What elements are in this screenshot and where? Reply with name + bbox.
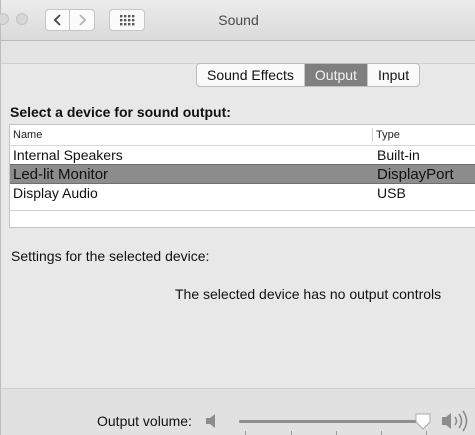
column-header-type[interactable]: Type bbox=[376, 129, 400, 141]
device-name: Internal Speakers bbox=[13, 147, 123, 163]
window-title: Sound bbox=[218, 12, 259, 28]
device-name: Led-lit Monitor bbox=[13, 166, 109, 183]
device-type: USB bbox=[377, 185, 406, 201]
table-header: Name Type bbox=[10, 125, 475, 146]
table-divider bbox=[10, 210, 475, 211]
volume-slider-fill bbox=[239, 420, 424, 423]
no-controls-message: The selected device has no output contro… bbox=[175, 286, 442, 302]
output-device-table: Name Type Internal Speakers Built-in Led… bbox=[9, 124, 475, 228]
slider-tick bbox=[381, 431, 382, 435]
table-row-selected[interactable]: Led-lit Monitor DisplayPort bbox=[10, 164, 475, 184]
slider-tick bbox=[291, 431, 292, 435]
column-header-name[interactable]: Name bbox=[13, 129, 42, 141]
title-bar: Sound bbox=[0, 0, 475, 41]
device-type: Built-in bbox=[377, 147, 420, 163]
toolbar-strip bbox=[1, 41, 475, 64]
volume-slider-knob[interactable] bbox=[415, 413, 431, 430]
output-device-heading: Select a device for sound output: bbox=[10, 104, 231, 120]
table-row[interactable]: Display Audio USB bbox=[10, 184, 475, 202]
slider-tick bbox=[336, 431, 337, 435]
settings-label: Settings for the selected device: bbox=[11, 248, 210, 264]
speaker-low-icon bbox=[206, 414, 215, 428]
tab-sound-effects[interactable]: Sound Effects bbox=[197, 64, 305, 86]
table-row[interactable]: Internal Speakers Built-in bbox=[10, 146, 475, 164]
slider-tick bbox=[245, 431, 246, 435]
device-name: Display Audio bbox=[13, 185, 98, 201]
tab-input[interactable]: Input bbox=[368, 64, 419, 86]
output-volume-slider[interactable] bbox=[239, 420, 425, 423]
speaker-high-icon bbox=[442, 410, 468, 432]
volume-footer bbox=[1, 388, 475, 435]
output-volume-label: Output volume: bbox=[97, 413, 192, 429]
device-type: DisplayPort bbox=[377, 166, 454, 183]
column-divider bbox=[372, 128, 373, 142]
sound-preferences-window: Sound Sound Effects Output Input Select … bbox=[0, 0, 475, 435]
tab-output[interactable]: Output bbox=[304, 64, 368, 86]
slider-tick bbox=[426, 431, 427, 435]
tab-bar: Sound Effects Output Input bbox=[196, 63, 421, 87]
